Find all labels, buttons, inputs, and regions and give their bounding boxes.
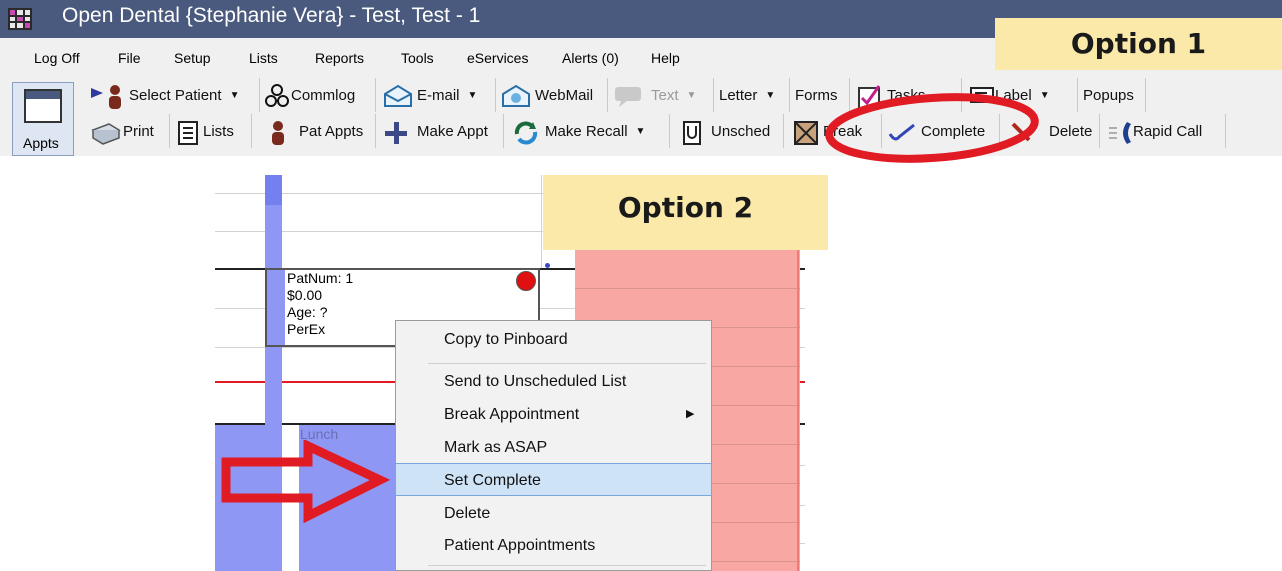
webmail-icon [501,84,530,107]
lists-button[interactable]: Lists [172,114,252,148]
appt-patnum: PatNum: 1 [287,270,354,286]
confirmation-status-dot [516,271,536,291]
menu-tools[interactable]: Tools [401,50,434,66]
menu-file[interactable]: File [118,50,141,66]
menu-eservices[interactable]: eServices [467,50,528,66]
unsched-button[interactable]: Unsched [676,114,784,148]
envelope-icon [383,84,412,107]
phone-icon [1107,120,1131,144]
ctx-mark-as-asap[interactable]: Mark as ASAP [396,431,711,464]
ctx-delete[interactable]: Delete [396,497,711,530]
make-appt-button[interactable]: Make Appt [378,114,504,148]
open-dental-app-icon [8,8,32,30]
submenu-arrow-icon: ▶ [686,408,695,420]
commlog-icon [265,84,289,107]
appt-age: Age: ? [287,304,328,320]
calendar-icon [24,89,62,123]
rapid-call-button[interactable]: Rapid Call [1102,114,1226,148]
make-recall-button[interactable]: Make Recall ▼ [506,114,670,148]
text-button[interactable]: Text ▼ [608,78,714,112]
menu-alerts[interactable]: Alerts (0) [562,50,619,66]
ctx-set-complete[interactable]: Set Complete [395,463,712,496]
print-button[interactable]: Print [84,114,170,148]
appt-balance: $0.00 [287,287,323,303]
main-toolbar: Appts Select Patient ▼ Commlog E-mail ▼ We… [0,76,1282,156]
patient-icon [89,84,121,109]
appts-module-button[interactable]: Appts [12,82,74,156]
option-1-callout: Option 1 [995,18,1282,70]
pat-appts-button[interactable]: Pat Appts [262,114,376,148]
document-list-icon [177,120,199,145]
email-button[interactable]: E-mail ▼ [378,78,496,112]
webmail-button[interactable]: WebMail [496,78,608,112]
ctx-patient-appointments[interactable]: Patient Appointments [396,529,711,562]
select-patient-button[interactable]: Select Patient ▼ [84,78,260,112]
menu-log-off[interactable]: Log Off [34,50,80,66]
window-title: Open Dental {Stephanie Vera} - Test, Tes… [62,4,481,27]
patient-icon [267,120,289,145]
speech-bubble-icon [613,84,641,107]
unscheduled-icon [681,120,703,145]
menu-help[interactable]: Help [651,50,680,66]
popups-button[interactable]: Popups [1078,78,1146,112]
appts-label: Appts [23,135,59,151]
pointer-arrow-icon [221,440,390,524]
menu-lists[interactable]: Lists [249,50,278,66]
recall-arrows-icon [511,120,538,145]
appointment-context-menu: Copy to Pinboard Send to Unscheduled Lis… [395,320,712,571]
plus-icon [383,120,407,144]
menu-setup[interactable]: Setup [174,50,211,66]
ctx-copy-to-pinboard[interactable]: Copy to Pinboard [396,323,711,356]
commlog-button[interactable]: Commlog [260,78,376,112]
menu-reports[interactable]: Reports [315,50,364,66]
highlight-ring [825,93,1039,163]
letter-button[interactable]: Letter ▼ [714,78,790,112]
break-appointment-icon [793,120,818,145]
option-2-callout: Option 2 [543,175,828,250]
printer-icon [89,120,121,145]
ctx-break-appointment[interactable]: Break Appointment ▶ [396,398,711,431]
ctx-send-to-unscheduled[interactable]: Send to Unscheduled List [396,365,711,398]
